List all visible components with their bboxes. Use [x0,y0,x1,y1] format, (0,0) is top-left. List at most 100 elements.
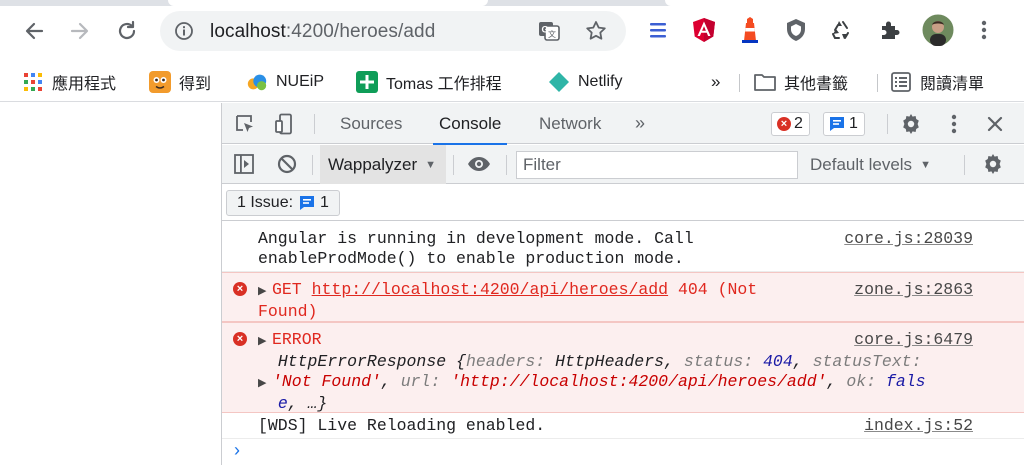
expand-triangle-icon[interactable]: ▶ [258,332,272,352]
settings-gear-icon[interactable] [900,113,922,135]
toolbar-divider [312,155,313,175]
message-line: Angular is running in development mode. … [258,229,694,248]
message-text: Angular is running in development mode. … [258,229,694,269]
source-link[interactable]: zone.js:2863 [854,280,973,300]
tab-strip [0,0,1024,6]
devtools-menu-icon[interactable] [944,113,964,135]
devtools-panel: Sources Console Network » × 2 1 Wappalyz… [222,103,1024,465]
lighthouse-icon[interactable] [736,16,764,44]
error-counter[interactable]: × 2 [771,112,810,136]
console-toolbar: Wappalyzer ▼ Default levels ▼ [222,145,1024,184]
console-settings-gear-icon[interactable] [982,153,1004,175]
source-link[interactable]: core.js:6479 [854,330,973,350]
reading-list-icon [890,71,912,93]
star-icon[interactable] [584,19,608,48]
other-bookmarks-folder[interactable]: 其他書籤 [754,68,848,96]
tab-sources[interactable]: Sources [340,103,402,144]
log-levels-label: Default levels [810,154,913,174]
dedao-icon [149,71,171,93]
console-prompt-icon[interactable]: › [234,440,240,460]
back-arrow-icon[interactable] [20,17,48,45]
translate-icon[interactable]: G文 [538,20,560,47]
context-selector[interactable]: Wappalyzer ▼ [320,145,446,184]
tab-console[interactable]: Console [432,103,508,145]
toolbar-divider [964,155,965,175]
prop-status-text: 'Not Found' [272,372,381,391]
info-icon[interactable] [174,21,194,46]
prop-status: 404 [763,352,793,371]
angular-devtools-icon[interactable] [690,16,718,44]
console-error-message: × ▶ ERROR HttpErrorResponse {headers: Htt… [222,322,1024,413]
folder-icon [754,71,776,93]
tab-search-icon[interactable] [644,16,672,44]
bookmark-tomas-schedule[interactable]: Tomas 工作排程 [356,68,502,96]
live-expression-eye-icon[interactable] [466,153,492,175]
bookmark-netlify[interactable]: Netlify [548,68,622,96]
recycle-icon[interactable] [828,16,856,44]
forward-arrow-icon[interactable] [66,17,94,45]
console-messages: Angular is running in development mode. … [222,222,1024,465]
request-url-link[interactable]: http://localhost:4200/api/heroes/add [312,280,668,299]
prop-ok: fals [885,372,926,391]
expand-triangle-icon[interactable]: ▶ [258,374,272,394]
tab-network[interactable]: Network [539,103,601,144]
bookmark-label: 得到 [179,76,212,93]
green-plus-icon [356,71,378,93]
nueip-cloud-icon [246,71,268,93]
chevron-down-icon: ▼ [920,158,931,171]
reading-list-button[interactable]: 閱讀清單 [890,68,984,96]
message-icon [829,116,845,132]
error-count: 2 [794,115,803,132]
message-text: ▶ GET http://localhost:4200/api/heroes/ad… [258,280,757,322]
bookmarks-bar: 應用程式 得到 NUEiP Tomas 工作排程 Netlify » 其他書籤 [0,62,1024,102]
toolbar-divider [453,155,454,175]
page-viewport [0,103,222,465]
inspect-element-icon[interactable] [234,113,256,135]
device-toolbar-icon[interactable] [274,113,296,135]
expand-triangle-icon[interactable]: ▶ [258,282,272,302]
bookmark-dedao[interactable]: 得到 [149,68,211,96]
filter-input[interactable] [523,155,783,175]
issues-label: 1 Issue: [237,194,294,211]
prop-ok-end: e [277,394,288,413]
bookmarks-divider [739,74,740,92]
kebab-menu-icon[interactable] [970,16,998,44]
show-sidebar-icon[interactable] [233,153,255,175]
reading-list-label: 閱讀清單 [920,76,985,93]
prop-url: 'http://localhost:4200/api/heroes/add' [450,372,827,391]
message-icon [299,195,315,211]
bookmarks-divider [877,74,878,92]
error-x-icon: × [777,117,791,131]
bookmark-nueip[interactable]: NUEiP [246,68,324,96]
error-label: ERROR [272,330,322,349]
message-counter[interactable]: 1 [823,112,865,136]
source-link[interactable]: index.js:52 [864,416,973,436]
console-error-message: × ▶ GET http://localhost:4200/api/heroes/… [222,272,1024,322]
bookmark-apps[interactable]: 應用程式 [22,68,116,96]
profile-avatar[interactable] [922,14,954,46]
reload-icon[interactable] [113,17,141,45]
filter-box[interactable] [516,151,798,179]
close-devtools-icon[interactable] [984,113,1006,135]
browser-toolbar: localhost:4200/heroes/add G文 [0,0,1024,62]
bookmarks-overflow-button[interactable]: » [711,68,720,96]
toolbar-divider [506,155,507,175]
http-status: 404 (Not [678,280,758,299]
extensions-puzzle-icon[interactable] [876,16,904,44]
url-text[interactable]: localhost:4200/heroes/add [210,21,435,43]
bookmark-label: 應用程式 [52,76,117,93]
log-levels-dropdown[interactable]: Default levels ▼ [810,145,931,184]
shield-icon[interactable] [782,16,810,44]
prop-headers: HttpHeaders [555,352,664,371]
address-bar[interactable]: localhost:4200/heroes/add G文 [160,11,626,51]
clear-console-icon[interactable] [276,153,298,175]
more-tabs-button[interactable]: » [635,103,645,144]
chevron-down-icon: ▼ [425,158,437,171]
message-line: enableProdMode() to enable production mo… [258,249,684,268]
source-link[interactable]: core.js:28039 [844,229,973,249]
error-x-icon: × [233,332,247,346]
message-text: [WDS] Live Reloading enabled. [258,416,546,435]
message-text: ▶ ERROR HttpErrorResponse {headers: HttpH… [258,330,926,413]
issues-button[interactable]: 1 Issue: 1 [226,190,340,216]
issues-bar: 1 Issue: 1 [222,185,1024,221]
